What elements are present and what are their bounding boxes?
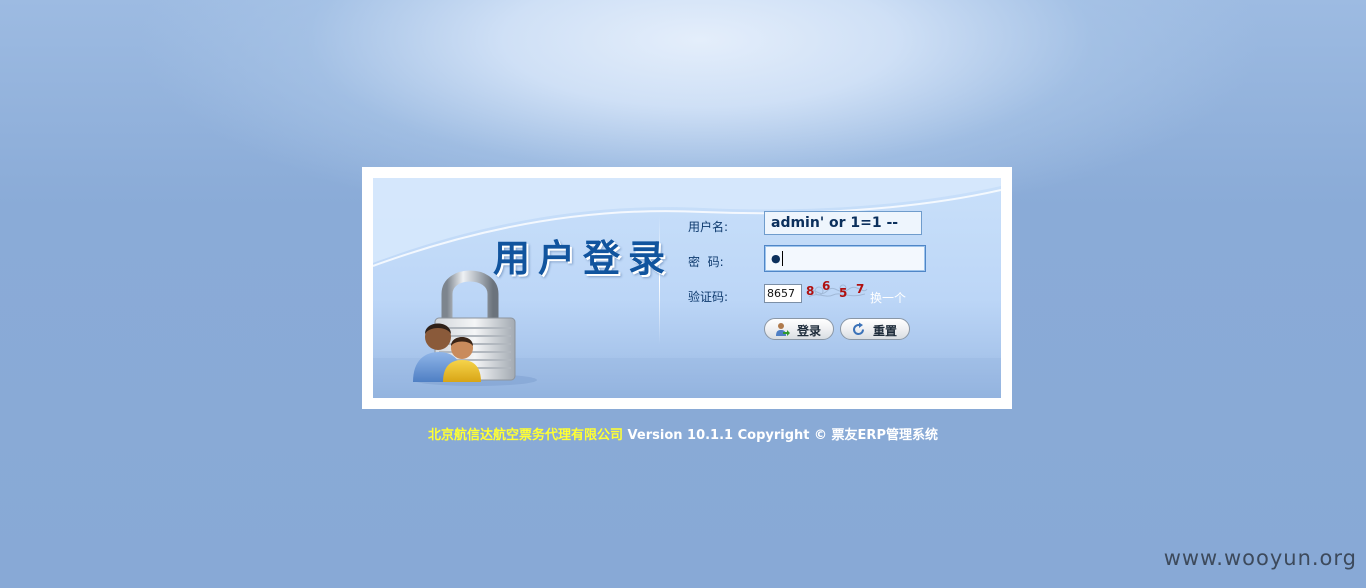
footer-version-text: Version 10.1.1 Copyright © 票友ERP管理系统 [623,428,938,443]
password-input[interactable]: ● [764,245,926,272]
watermark: www.wooyun.org [1163,546,1357,570]
padlock-users-icon [413,270,537,386]
password-label: 密 码: [688,255,724,269]
captcha-label: 验证码: [688,290,729,304]
login-panel: 用户登录 用户名: admin' or 1=1 -- 密 码: ● 验证码: 8… [373,178,1001,398]
captcha-char: 7 [856,282,864,296]
captcha-image[interactable]: 8 6 5 7 [805,279,869,301]
user-login-icon [776,323,790,336]
captcha-input[interactable]: 8657 [764,284,802,303]
username-input[interactable]: admin' or 1=1 -- [764,211,922,235]
login-frame: 用户登录 用户名: admin' or 1=1 -- 密 码: ● 验证码: 8… [362,167,1012,409]
captcha-char: 5 [839,286,847,300]
footer-company-name: 北京航信达航空票务代理有限公司 [428,428,624,443]
refresh-icon [853,322,865,336]
captcha-char: 8 [806,284,814,298]
captcha-refresh-link[interactable]: 换一个 [870,289,906,306]
password-mask: ● [771,252,781,265]
captcha-char: 6 [822,279,830,293]
footer-copyright: 北京航信达航空票务代理有限公司 Version 10.1.1 Copyright… [0,424,1366,443]
username-label: 用户名: [688,220,729,234]
reset-button-label: 重置 [873,324,898,338]
login-button[interactable]: 登录 [764,318,834,340]
reset-button[interactable]: 重置 [840,318,910,340]
login-button-label: 登录 [797,324,822,338]
text-caret [781,251,783,266]
